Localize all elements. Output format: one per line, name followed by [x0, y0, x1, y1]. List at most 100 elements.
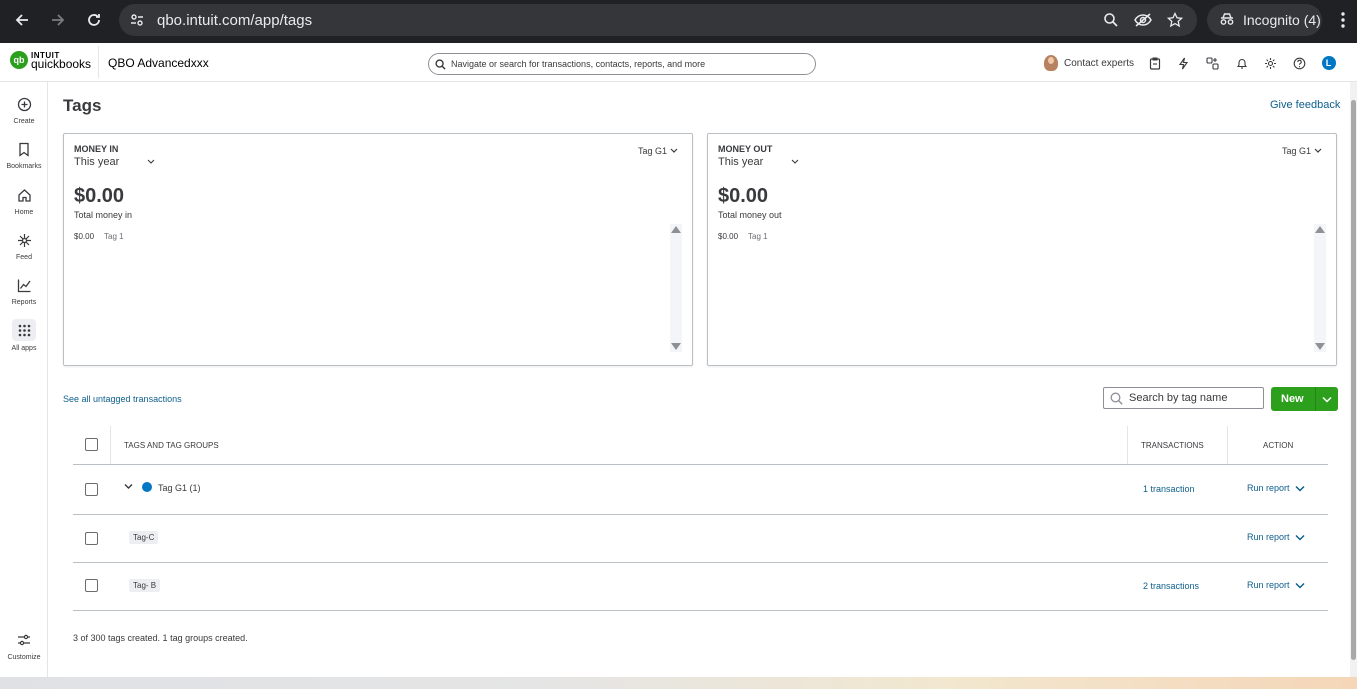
run-report-label: Run report: [1247, 580, 1290, 590]
site-settings-icon[interactable]: [129, 12, 145, 33]
new-dropdown-button[interactable]: [1316, 396, 1338, 403]
money-out-period-select[interactable]: This year: [718, 156, 799, 168]
expert-avatar: [1044, 55, 1058, 71]
address-bar[interactable]: qbo.intuit.com/app/tags: [119, 4, 1197, 36]
chevron-down-icon: [147, 159, 155, 164]
new-button-group: New: [1271, 387, 1338, 411]
tags-column-header[interactable]: TAGS AND TAG GROUPS: [124, 441, 219, 450]
global-search-input[interactable]: [451, 59, 801, 69]
rail-item-feed[interactable]: Feed: [0, 230, 48, 261]
row-checkbox[interactable]: [85, 532, 98, 545]
period-label: This year: [74, 156, 120, 168]
incognito-icon: [1219, 12, 1235, 29]
money-in-label: MONEY IN: [74, 144, 119, 154]
transactions-link[interactable]: 2 transactions: [1143, 581, 1199, 591]
apps-switch-icon[interactable]: [1198, 53, 1227, 73]
contact-experts-button[interactable]: Contact experts: [1044, 55, 1134, 71]
money-out-label: MONEY OUT: [718, 144, 773, 154]
new-button[interactable]: New: [1271, 393, 1315, 405]
rail-item-all-apps[interactable]: All apps: [0, 319, 48, 352]
qb-logo-icon: qb: [10, 51, 28, 69]
run-report-button[interactable]: Run report: [1247, 532, 1305, 542]
search-icon: [1110, 392, 1123, 405]
row-checkbox[interactable]: [85, 483, 98, 496]
feed-icon: [14, 230, 34, 250]
grid-icon: [12, 319, 36, 341]
run-report-button[interactable]: Run report: [1247, 580, 1305, 590]
money-in-card: MONEY IN This year Tag G1 $0.00 Total mo…: [63, 133, 693, 366]
rail-item-home[interactable]: Home: [0, 185, 48, 216]
money-in-tag-select[interactable]: Tag G1: [638, 146, 678, 156]
give-feedback-link[interactable]: Give feedback: [1270, 99, 1340, 111]
rail-item-bookmarks[interactable]: Bookmarks: [0, 139, 48, 170]
money-out-tag-select[interactable]: Tag G1: [1282, 146, 1322, 156]
rail-item-customize[interactable]: Customize: [0, 630, 48, 661]
back-arrow-icon: [15, 14, 28, 26]
scroll-down-icon[interactable]: [671, 343, 681, 350]
clipboard-icon[interactable]: [1140, 53, 1169, 73]
help-icon[interactable]: [1285, 53, 1314, 73]
tag-select-label: Tag G1: [1281, 146, 1311, 156]
divider: [98, 46, 99, 78]
table-header: TAGS AND TAG GROUPS TRANSACTIONS ACTION: [73, 426, 1328, 465]
run-report-label: Run report: [1247, 483, 1290, 493]
transactions-link[interactable]: 1 transaction: [1143, 484, 1195, 494]
lightning-icon[interactable]: [1169, 53, 1198, 73]
rail-item-reports[interactable]: Reports: [0, 275, 48, 306]
logo-line2: quickbooks: [31, 57, 92, 71]
untagged-transactions-link[interactable]: See all untagged transactions: [63, 394, 182, 404]
scroll-down-icon[interactable]: [1315, 343, 1325, 350]
quickbooks-logo[interactable]: qb INTUIT quickbooks: [10, 51, 92, 71]
rail-label: Customize: [7, 654, 41, 661]
back-button[interactable]: [4, 2, 40, 38]
star-icon[interactable]: [1163, 8, 1187, 32]
column-divider: [110, 426, 111, 464]
reload-button[interactable]: [76, 2, 112, 38]
page-scrollbar[interactable]: [1350, 82, 1357, 677]
money-out-scrollbar[interactable]: [1314, 224, 1326, 352]
zoom-icon[interactable]: [1099, 8, 1123, 32]
home-icon: [14, 185, 34, 205]
scroll-thumb[interactable]: [1351, 100, 1356, 660]
company-name[interactable]: QBO Advancedxxx: [108, 56, 209, 70]
incognito-indicator[interactable]: Incognito (4): [1207, 4, 1322, 36]
tag-search[interactable]: [1103, 387, 1264, 409]
rail-label: Bookmarks: [6, 163, 42, 170]
tags-table: TAGS AND TAG GROUPS TRANSACTIONS ACTION …: [73, 426, 1328, 611]
transactions-column-header: TRANSACTIONS: [1141, 441, 1204, 450]
plus-circle-icon: [14, 94, 34, 114]
user-menu[interactable]: L: [1314, 53, 1343, 73]
row-amount: $0.00: [718, 232, 739, 241]
select-all-checkbox[interactable]: [85, 438, 98, 451]
chevron-down-icon: [791, 159, 799, 164]
money-out-row: $0.00 Tag 1: [718, 232, 768, 241]
money-out-amount: $0.00: [718, 185, 769, 207]
search-icon: [435, 58, 446, 70]
row-tag: Tag 1: [104, 232, 124, 241]
money-out-total-label: Total money out: [718, 210, 782, 220]
rail-item-create[interactable]: Create: [0, 94, 48, 125]
money-in-scrollbar[interactable]: [670, 224, 682, 352]
action-column-header: ACTION: [1263, 441, 1294, 450]
chevron-down-icon: [1295, 582, 1305, 589]
tag-search-input[interactable]: [1129, 392, 1259, 404]
money-out-card: MONEY OUT This year Tag G1 $0.00 Total m…: [707, 133, 1337, 366]
row-checkbox[interactable]: [85, 579, 98, 592]
row-tag: Tag 1: [748, 232, 768, 241]
tag-chip: Tag- B: [129, 579, 161, 592]
table-row: Tag- B 2 transactions Run report: [73, 563, 1328, 611]
run-report-button[interactable]: Run report: [1247, 483, 1305, 493]
period-label: This year: [718, 156, 764, 168]
scroll-up-icon[interactable]: [1315, 226, 1325, 233]
taskbar-strip: [0, 677, 1357, 689]
money-in-period-select[interactable]: This year: [74, 156, 155, 168]
gear-icon[interactable]: [1256, 53, 1285, 73]
app-header: qb INTUIT quickbooks QBO Advancedxxx Con…: [0, 43, 1357, 82]
forward-button[interactable]: [40, 2, 76, 38]
eye-off-icon[interactable]: [1131, 8, 1155, 32]
bell-icon[interactable]: [1227, 53, 1256, 73]
browser-menu-icon[interactable]: [1333, 8, 1353, 32]
expand-chevron-icon[interactable]: [124, 482, 133, 492]
global-search[interactable]: [428, 53, 816, 75]
scroll-up-icon[interactable]: [671, 226, 681, 233]
